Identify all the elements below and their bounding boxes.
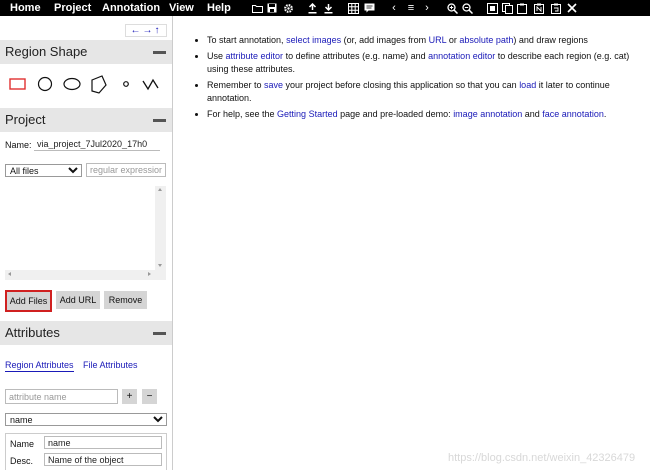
- file-list[interactable]: [5, 186, 167, 280]
- download-icon[interactable]: [322, 1, 334, 15]
- right-arrow-icon[interactable]: →: [143, 25, 155, 36]
- shape-selector: [0, 66, 172, 104]
- left-sidebar: ←→↑ Region Shape Project Name: All files…: [0, 16, 173, 470]
- add-attribute-button[interactable]: +: [122, 389, 137, 404]
- next-image-icon[interactable]: ›: [422, 1, 432, 15]
- delete-region-icon[interactable]: [566, 1, 578, 15]
- menu-annotation[interactable]: Annotation: [102, 1, 160, 15]
- collapse-icon[interactable]: [153, 332, 166, 335]
- add-files-button[interactable]: Add Files: [5, 290, 52, 312]
- annotation-editor-link[interactable]: annotation editor: [428, 51, 495, 61]
- image-annotation-link[interactable]: image annotation: [453, 109, 522, 119]
- attr-prop-label: Name: [10, 439, 35, 449]
- attributes-title: Attributes: [5, 325, 60, 340]
- attributes-header[interactable]: Attributes: [0, 321, 172, 345]
- help-item: Use attribute editor to define attribute…: [207, 50, 640, 76]
- regex-filter-input[interactable]: [86, 163, 166, 177]
- remove-file-button[interactable]: Remove: [104, 291, 147, 309]
- upload-icon[interactable]: [306, 1, 318, 15]
- watermark: https://blog.csdn.net/weixin_42326479: [448, 452, 636, 464]
- getting-started-link[interactable]: Getting Started: [277, 109, 338, 119]
- attribute-properties: Name Desc.: [5, 433, 167, 470]
- point-shape-icon: [123, 81, 129, 87]
- collapse-icon[interactable]: [153, 119, 166, 122]
- attribute-name-input[interactable]: [5, 389, 118, 404]
- file-list-vscrollbar[interactable]: [155, 186, 166, 270]
- attr-name-field[interactable]: [44, 436, 162, 449]
- attr-prop-label: Desc.: [10, 456, 34, 466]
- grid-view-icon[interactable]: [347, 1, 359, 15]
- up-arrow-icon[interactable]: ↑: [155, 25, 162, 36]
- zoom-in-icon[interactable]: [446, 1, 458, 15]
- attribute-editor-link[interactable]: attribute editor: [226, 51, 284, 61]
- paste-undo-icon[interactable]: [550, 1, 562, 15]
- menu-home[interactable]: Home: [10, 1, 41, 15]
- save-link[interactable]: save: [264, 80, 283, 90]
- ellipse-shape-icon: [63, 77, 81, 91]
- rectangle-shape-icon: [9, 78, 26, 90]
- paste-icon[interactable]: [516, 1, 528, 15]
- panel-nav: ←→↑: [125, 24, 167, 37]
- attr-desc-field[interactable]: [44, 453, 162, 466]
- left-arrow-icon[interactable]: ←: [131, 25, 143, 36]
- face-annotation-link[interactable]: face annotation: [542, 109, 604, 119]
- project-header[interactable]: Project: [0, 108, 172, 132]
- zoom-out-icon[interactable]: [461, 1, 473, 15]
- menu-view[interactable]: View: [169, 1, 194, 15]
- select-all-icon[interactable]: [486, 1, 498, 15]
- polyline-shape-icon: [142, 78, 159, 91]
- annotation-editor-icon[interactable]: [363, 1, 375, 15]
- menu-project[interactable]: Project: [54, 1, 91, 15]
- help-item: For help, see the Getting Started page a…: [207, 108, 640, 121]
- tab-region-attributes[interactable]: Region Attributes: [5, 360, 74, 372]
- project-title: Project: [5, 112, 46, 127]
- help-item: Remember to save your project before clo…: [207, 79, 640, 105]
- url-link[interactable]: URL: [429, 35, 447, 45]
- attribute-select[interactable]: name: [5, 413, 167, 426]
- file-list-hscrollbar[interactable]: [5, 270, 166, 280]
- project-name-input[interactable]: [34, 137, 160, 151]
- top-menu-bar: Home Project Annotation View Help ‹ ≡ ›: [0, 0, 650, 16]
- remove-attribute-button[interactable]: −: [142, 389, 157, 404]
- save-icon[interactable]: [266, 1, 278, 15]
- copy-icon[interactable]: [501, 1, 513, 15]
- add-url-button[interactable]: Add URL: [56, 291, 100, 309]
- absolute-path-link[interactable]: absolute path: [459, 35, 513, 45]
- menu-help[interactable]: Help: [207, 1, 231, 15]
- tab-file-attributes[interactable]: File Attributes: [83, 360, 138, 370]
- paste-n-icon[interactable]: [533, 1, 545, 15]
- prev-image-icon[interactable]: ‹: [389, 1, 399, 15]
- getting-started-panel: To start annotation, select images (or, …: [190, 34, 640, 124]
- select-images-link[interactable]: select images: [286, 35, 341, 45]
- load-link[interactable]: load: [519, 80, 536, 90]
- project-name-label: Name:: [5, 140, 32, 150]
- collapse-icon[interactable]: [153, 51, 166, 54]
- help-item: To start annotation, select images (or, …: [207, 34, 640, 47]
- polygon-shape-icon: [91, 75, 107, 94]
- open-folder-icon[interactable]: [251, 1, 263, 15]
- region-shape-title: Region Shape: [5, 44, 88, 59]
- circle-shape-icon: [37, 76, 53, 92]
- image-list-icon[interactable]: ≡: [404, 1, 418, 15]
- region-shape-header[interactable]: Region Shape: [0, 40, 172, 64]
- gear-icon[interactable]: [282, 1, 294, 15]
- file-filter-select[interactable]: All files: [5, 164, 82, 177]
